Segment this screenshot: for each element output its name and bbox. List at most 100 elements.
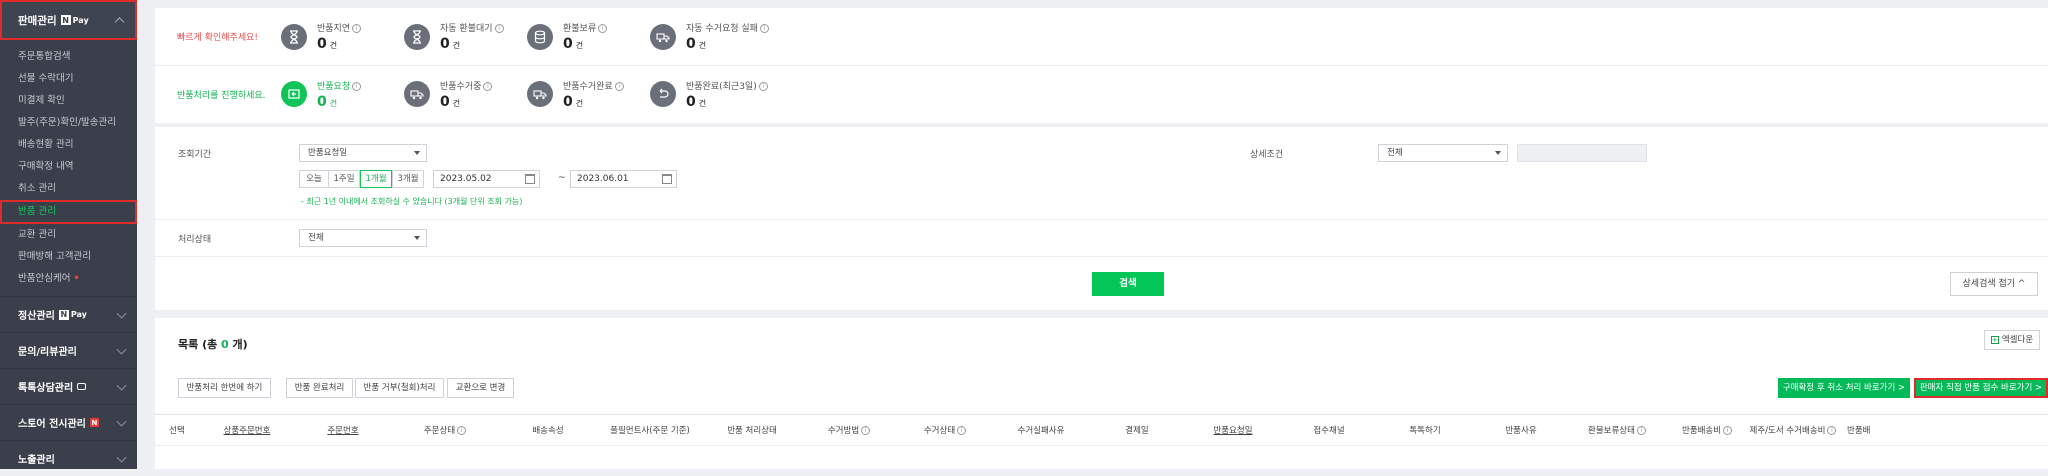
col-product-order-no[interactable]: 상품주문번호 — [199, 424, 295, 436]
list-panel: 목록 (총 0 개) + 엑셀다운 반품처리 한번에 하기 반품 완료처리 반품 … — [155, 318, 2048, 469]
truck-icon — [404, 81, 430, 107]
npay-logo: N Pay — [58, 309, 87, 320]
stat-refund-hold[interactable]: 환불보류 i 0건 — [527, 21, 650, 52]
process-status-select[interactable]: 전체 — [299, 229, 427, 247]
stat-auto-refund-wait[interactable]: 자동 환불대기 i 0건 — [404, 21, 527, 52]
stat-return-complete[interactable]: 반품완료(최근3일) i 0건 — [650, 79, 790, 110]
return-arrow-icon — [650, 81, 676, 107]
col-pickup-status: 수거상태 i — [897, 424, 993, 436]
period-label: 조회기간 — [178, 150, 212, 160]
period-3month-button[interactable]: 3개월 — [392, 170, 424, 188]
status-row-urgent: 빠르게 확인해주세요! 반품지연 i 0건 자동 환불대기 i 0건 환불보류 i 0… — [155, 8, 2048, 65]
sidebar-group-store-display[interactable]: 스토어 전시관리 N — [0, 404, 137, 440]
chevron-down-icon — [116, 416, 127, 427]
search-row-status: 처리상태 전체 — [155, 220, 2048, 257]
sidebar-header-sales[interactable]: 판매관리 N Pay — [0, 0, 137, 40]
new-badge: N — [89, 418, 99, 427]
new-dot-icon: • — [73, 273, 80, 284]
date-to-input[interactable]: 2023.06.01 — [570, 170, 677, 188]
sidebar-item-order-search[interactable]: 주문통합검색 — [0, 46, 137, 68]
sidebar-submenu: 주문통합검색 선물 수락대기 미결제 확인 발주(주문)확인/발송관리 배송현황… — [0, 40, 137, 296]
col-return-request-date[interactable]: 반품요청일 — [1185, 424, 1281, 436]
sidebar-item-delivery[interactable]: 배송현황 관리 — [0, 134, 137, 156]
info-icon[interactable]: i — [494, 24, 504, 33]
return-reject-button[interactable]: 반품 거부(철회)처리 — [355, 378, 444, 398]
list-count: 0 — [221, 338, 229, 351]
hourglass-icon — [281, 23, 307, 50]
info-icon[interactable]: i — [759, 24, 769, 33]
process-status-label: 처리상태 — [178, 235, 212, 245]
sidebar-item-return-care[interactable]: 반품안심케어 • — [0, 268, 137, 290]
info-icon[interactable]: i — [614, 81, 624, 91]
info-icon[interactable]: i — [457, 426, 467, 435]
stat-pickup-in-progress[interactable]: 반품수거중 i 0건 — [404, 79, 527, 110]
date-from-input[interactable]: 2023.05.02 — [433, 170, 540, 188]
excel-download-button[interactable]: + 엑셀다운 — [1984, 330, 2040, 350]
hourglass-icon — [404, 23, 430, 50]
col-pickup-method: 수거방법 i — [801, 424, 897, 436]
stat-return-delay[interactable]: 반품지연 i 0건 — [281, 21, 404, 52]
col-order-no[interactable]: 주문번호 — [295, 424, 391, 436]
info-icon[interactable]: i — [483, 81, 493, 91]
sidebar-item-dispatch[interactable]: 발주(주문)확인/발송관리 — [0, 112, 137, 134]
col-talktalk: 톡톡하기 — [1409, 426, 1441, 436]
detail-search-fold-button[interactable]: 상세검색 접기 ^ — [1950, 272, 2038, 296]
calendar-icon[interactable] — [525, 174, 535, 184]
stat-auto-pickup-fail[interactable]: 자동 수거요청 실패 i 0건 — [650, 21, 790, 52]
period-type-select[interactable]: 반품요청일 — [299, 144, 427, 162]
sidebar-group-settlement[interactable]: 정산관리 N Pay — [0, 296, 137, 332]
change-to-exchange-button[interactable]: 교환으로 변경 — [447, 378, 514, 398]
batch-return-button[interactable]: 반품처리 한번에 하기 — [178, 378, 271, 398]
info-icon[interactable]: i — [1827, 426, 1837, 435]
database-icon — [527, 23, 553, 50]
status-row-label: 빠르게 확인해주세요! — [177, 33, 258, 43]
sidebar: 판매관리 N Pay 주문통합검색 선물 수락대기 미결제 확인 발주(주문)확인… — [0, 0, 137, 469]
info-icon[interactable]: i — [598, 24, 608, 33]
chevron-up-icon — [114, 17, 125, 28]
col-return-status: 반품 처리상태 — [727, 426, 777, 436]
period-1month-button[interactable]: 1개월 — [360, 170, 392, 188]
excel-icon: + — [1990, 335, 1999, 344]
truck-check-icon — [527, 81, 553, 107]
info-icon[interactable]: i — [861, 426, 871, 435]
sidebar-item-gift-waiting[interactable]: 선물 수락대기 — [0, 68, 137, 90]
info-icon[interactable]: i — [957, 426, 967, 435]
col-island-shipping: 제주/도서 수거배송비 i — [1749, 424, 1837, 436]
sidebar-item-unpaid[interactable]: 미결제 확인 — [0, 90, 137, 112]
sidebar-group-inquiry[interactable]: 문의/리뷰관리 — [0, 332, 137, 368]
search-button[interactable]: 검색 — [1092, 272, 1164, 296]
main-content: 빠르게 확인해주세요! 반품지연 i 0건 자동 환불대기 i 0건 환불보류 i 0… — [137, 0, 2048, 469]
info-icon[interactable]: i — [758, 81, 768, 91]
sidebar-header-label: 판매관리 — [18, 14, 57, 27]
info-icon[interactable]: i — [1723, 426, 1733, 435]
stat-pickup-done[interactable]: 반품수거완료 i 0건 — [527, 79, 650, 110]
chevron-down-icon — [116, 308, 127, 319]
stat-return-request[interactable]: 반품요청 i 0건 — [281, 79, 404, 110]
sidebar-item-purchase-confirm[interactable]: 구매확정 내역 — [0, 156, 137, 178]
chat-icon — [77, 383, 87, 390]
sidebar-item-return[interactable]: 반품 관리 — [0, 200, 137, 224]
seller-return-register-link[interactable]: 판매자 직접 반품 접수 바로가기 > — [1914, 378, 2048, 398]
calendar-icon[interactable] — [662, 174, 672, 184]
chevron-down-icon — [116, 380, 127, 391]
sidebar-item-blocked-customers[interactable]: 판매방해 고객관리 — [0, 246, 137, 268]
col-pickup-fail-reason: 수거실패사유 — [1017, 426, 1065, 436]
sidebar-group-exposure[interactable]: 노출관리 — [0, 440, 137, 476]
detail-condition-input[interactable] — [1517, 144, 1647, 162]
status-row-label: 반품처리를 진행하세요. — [177, 90, 266, 101]
info-icon[interactable]: i — [352, 24, 362, 33]
period-1week-button[interactable]: 1주일 — [328, 170, 360, 188]
detail-condition-select[interactable]: 전체 — [1378, 144, 1508, 162]
period-today-button[interactable]: 오늘 — [299, 170, 329, 188]
col-channel: 접수채널 — [1313, 426, 1345, 436]
cancel-after-confirm-link[interactable]: 구매확정 후 취소 처리 바로가기 > — [1778, 378, 1910, 398]
info-icon[interactable]: i — [352, 81, 362, 91]
sidebar-item-cancel[interactable]: 취소 관리 — [0, 178, 137, 200]
col-select[interactable]: 선택 — [155, 424, 199, 436]
info-icon[interactable]: i — [1636, 426, 1646, 435]
return-complete-button[interactable]: 반품 완료처리 — [286, 378, 353, 398]
sidebar-group-talktalk[interactable]: 톡톡상담관리 — [0, 368, 137, 404]
col-delivery-attr: 배송속성 — [532, 426, 564, 436]
sidebar-item-exchange[interactable]: 교환 관리 — [0, 224, 137, 246]
col-payment-date: 결제일 — [1125, 426, 1149, 436]
